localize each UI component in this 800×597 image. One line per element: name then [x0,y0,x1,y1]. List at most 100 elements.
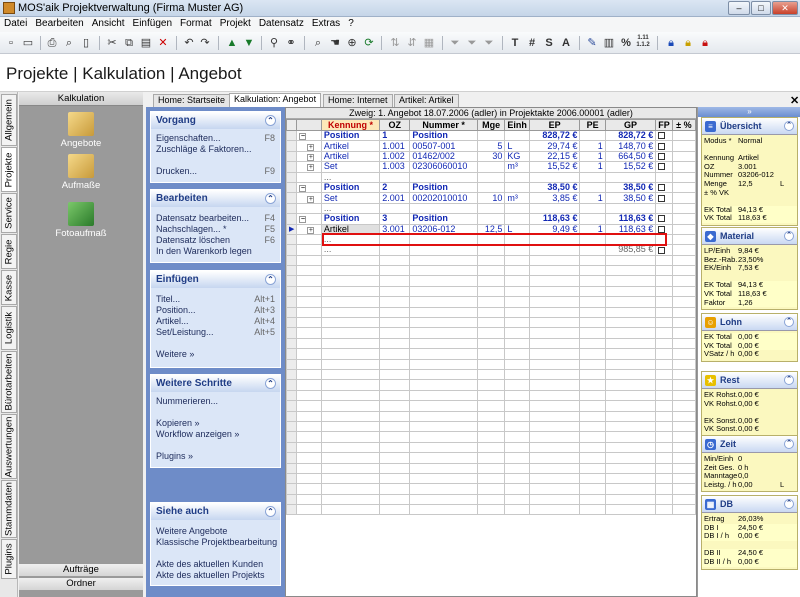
side-tab-plugins[interactable]: Plugins [1,539,17,579]
tree-toggle[interactable]: − [296,129,322,142]
table-cell[interactable] [655,129,673,142]
tree-toggle[interactable]: + [296,223,322,235]
find-icon[interactable]: ⚲ [266,35,282,51]
info-box-header[interactable]: ☺ Lohn ⌃ [702,314,797,331]
task-link[interactable]: Akte des aktuellen Projekts [151,570,280,581]
menu-help[interactable]: ? [344,17,358,30]
undo-icon[interactable]: ↶ [181,35,197,51]
module-item-angebote[interactable]: Angebote [19,112,143,149]
expand-icon[interactable]: + [307,195,315,203]
ordner-button[interactable]: Ordner [19,577,143,590]
task-link[interactable]: Datensatz bearbeiten... F4 [151,213,280,224]
table-cell[interactable]: 00507-001 [409,140,478,152]
table-cell[interactable]: m³ [504,161,530,173]
info-box-header[interactable]: ≡ Übersicht ⌃ [702,118,797,135]
table-cell[interactable]: 828,72 € [528,129,581,142]
tree-toggle[interactable]: + [296,192,322,204]
table-cell[interactable]: 148,70 € [604,140,657,152]
table-cell[interactable] [476,129,506,142]
table-cell[interactable] [671,192,697,204]
table-cell[interactable] [655,140,673,152]
table-cell[interactable]: 1 [579,140,606,152]
table-cell[interactable]: 30 [476,150,506,163]
tree-toggle[interactable]: + [296,150,322,163]
table-cell[interactable] [579,129,606,142]
table-cell[interactable] [671,161,697,173]
open-icon[interactable]: ▭ [20,35,36,51]
expand-icon[interactable]: + [307,164,315,172]
table-row[interactable]: + Set 1.003 02306060010 m³ 15,52 €1 15,52 € [285,161,697,173]
table-cell[interactable]: ... [320,244,381,256]
table-cell[interactable] [604,202,657,215]
fp-checkbox[interactable] [658,142,666,150]
table-cell[interactable]: 1 [579,192,606,204]
table-cell[interactable] [655,192,673,204]
funnel-plus-icon[interactable]: ⏷ [464,35,480,51]
table-cell[interactable]: 38,50 € [528,181,581,194]
table-cell[interactable] [409,202,478,215]
module-item-aufmasse[interactable]: Aufmaße [19,154,143,191]
task-box-header[interactable]: Siehe auch ⌃ [151,503,280,520]
filter-icon[interactable]: ▦ [421,35,437,51]
table-row[interactable]: − Position 1 Position 828,72 € 828,72 € [285,129,697,142]
table-cell[interactable]: 1 [579,161,606,173]
text-button[interactable]: T [507,35,523,51]
task-box-header[interactable]: Vorgang ⌃ [151,112,280,129]
menu-datensatz[interactable]: Datensatz [255,17,308,30]
table-cell[interactable]: 3 [379,213,411,225]
move-up-icon[interactable]: ▲ [224,35,240,51]
table-cell[interactable]: KG [504,150,530,163]
table-cell[interactable]: 22,15 € [528,150,581,163]
table-cell[interactable] [504,171,530,183]
table-cell[interactable]: Position [409,181,478,194]
collapse-icon[interactable]: ⌃ [784,121,794,131]
table-cell[interactable] [504,244,530,256]
task-link[interactable]: Artikel... Alt+4 [151,316,280,327]
table-cell[interactable] [671,213,697,225]
sum-button[interactable]: S [541,35,557,51]
task-link[interactable]: Weitere Angebote [151,526,280,537]
table-cell[interactable] [655,213,673,225]
info-box-header[interactable]: ◷ Zeit ⌃ [702,436,797,453]
book-icon[interactable]: ▥ [601,35,617,51]
collapse-icon[interactable]: ⌃ [784,317,794,327]
menu-format[interactable]: Format [176,17,216,30]
table-cell[interactable]: 5 [476,140,506,152]
table-cell[interactable] [671,129,697,142]
info-pane-collapse-button[interactable]: » [698,107,800,117]
minimize-button[interactable]: – [728,1,750,15]
table-cell[interactable]: m³ [504,192,530,204]
task-link[interactable]: Datensatz löschen F6 [151,235,280,246]
row-marker[interactable] [285,202,298,215]
table-cell[interactable]: 2 [379,181,411,194]
table-cell[interactable] [671,181,697,194]
table-cell[interactable] [528,171,581,183]
table-cell[interactable]: 1 [579,150,606,163]
percent-button[interactable]: % [618,35,634,51]
table-cell[interactable]: 828,72 € [604,129,657,142]
column-header[interactable]: Nummer * [409,119,478,131]
task-link[interactable]: Klassische Projektbearbeitung [151,537,280,548]
task-box-header[interactable]: Einfügen ⌃ [151,271,280,288]
task-link[interactable]: Set/Leistung... Alt+5 [151,327,280,338]
table-cell[interactable] [504,202,530,215]
new-icon[interactable]: ▫ [3,35,19,51]
expand-icon[interactable]: + [307,226,315,234]
sort-asc-icon[interactable]: ⇅ [387,35,403,51]
delete-icon[interactable]: ✕ [155,35,171,51]
table-cell[interactable] [379,171,411,183]
menu-bearbeiten[interactable]: Bearbeiten [31,17,87,30]
table-cell[interactable] [671,244,697,256]
table-cell[interactable] [409,171,478,183]
fp-checkbox[interactable] [658,194,666,202]
table-cell[interactable]: 1.003 [379,161,411,173]
table-cell[interactable]: 01462/002 [409,150,478,163]
lock-red-icon[interactable]: 🔒︎ [697,35,713,51]
task-link[interactable]: Kopieren » [151,418,280,429]
print-icon[interactable]: ⎙ [44,35,60,51]
page-icon[interactable]: ▯ [78,35,94,51]
table-cell[interactable] [671,223,697,235]
table-cell[interactable] [604,171,657,183]
table-cell[interactable]: 29,74 € [528,140,581,152]
column-header[interactable]: PE [579,119,606,131]
